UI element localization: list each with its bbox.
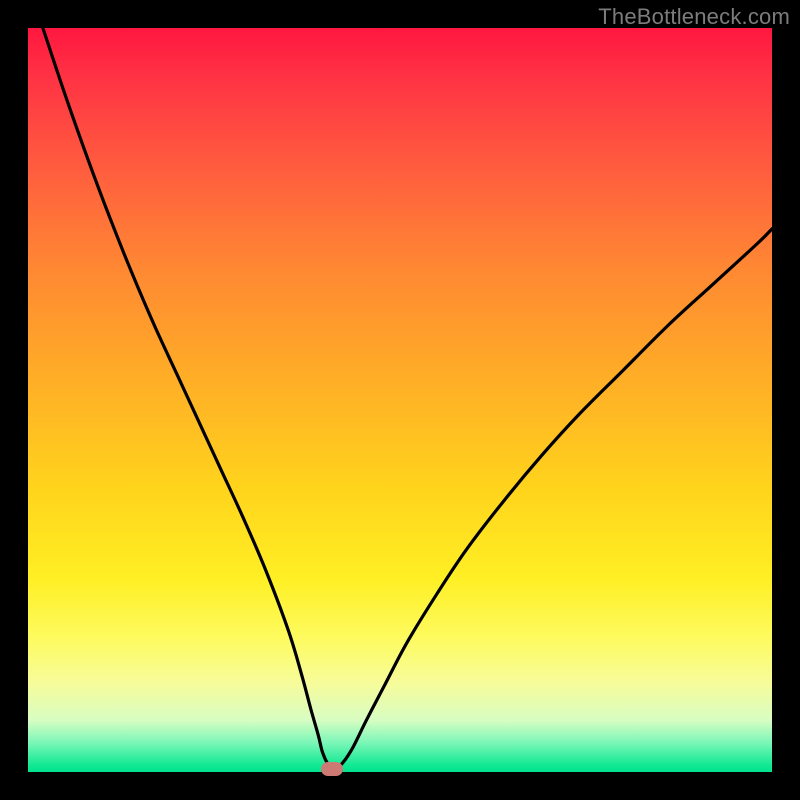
- chart-frame: TheBottleneck.com: [0, 0, 800, 800]
- bottleneck-curve-path: [43, 28, 772, 769]
- curve-svg: [28, 28, 772, 772]
- watermark-text: TheBottleneck.com: [598, 4, 790, 30]
- plot-area: [28, 28, 772, 772]
- min-marker: [321, 762, 343, 776]
